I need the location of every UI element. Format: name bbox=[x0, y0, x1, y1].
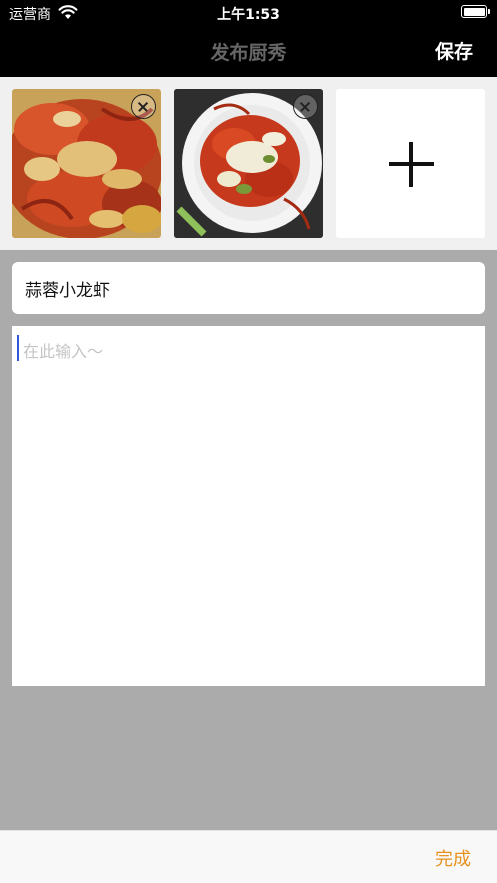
photo-thumbnail-1[interactable] bbox=[12, 89, 161, 238]
add-photo-button[interactable] bbox=[336, 89, 485, 238]
dish-title-field[interactable]: 蒜蓉小龙虾 bbox=[12, 262, 485, 314]
page-title: 发布厨秀 bbox=[210, 42, 287, 64]
text-caret bbox=[17, 335, 19, 361]
photo-strip bbox=[0, 77, 497, 250]
remove-photo-2-button[interactable] bbox=[293, 94, 318, 119]
content-textarea[interactable]: 在此输入～ bbox=[12, 326, 485, 686]
done-button[interactable]: 完成 bbox=[435, 845, 471, 871]
photo-thumbnail-2[interactable] bbox=[174, 89, 323, 238]
keyboard-toolbar: 完成 bbox=[0, 830, 497, 883]
nav-bar: 发布厨秀 保存 bbox=[0, 26, 497, 77]
content-placeholder: 在此输入～ bbox=[23, 342, 104, 361]
battery-icon bbox=[461, 5, 490, 18]
remove-photo-1-button[interactable] bbox=[131, 94, 156, 119]
status-bar: 运营商 上午1:53 bbox=[0, 0, 497, 26]
clock: 上午1:53 bbox=[217, 7, 280, 23]
save-button[interactable]: 保存 bbox=[435, 37, 473, 64]
